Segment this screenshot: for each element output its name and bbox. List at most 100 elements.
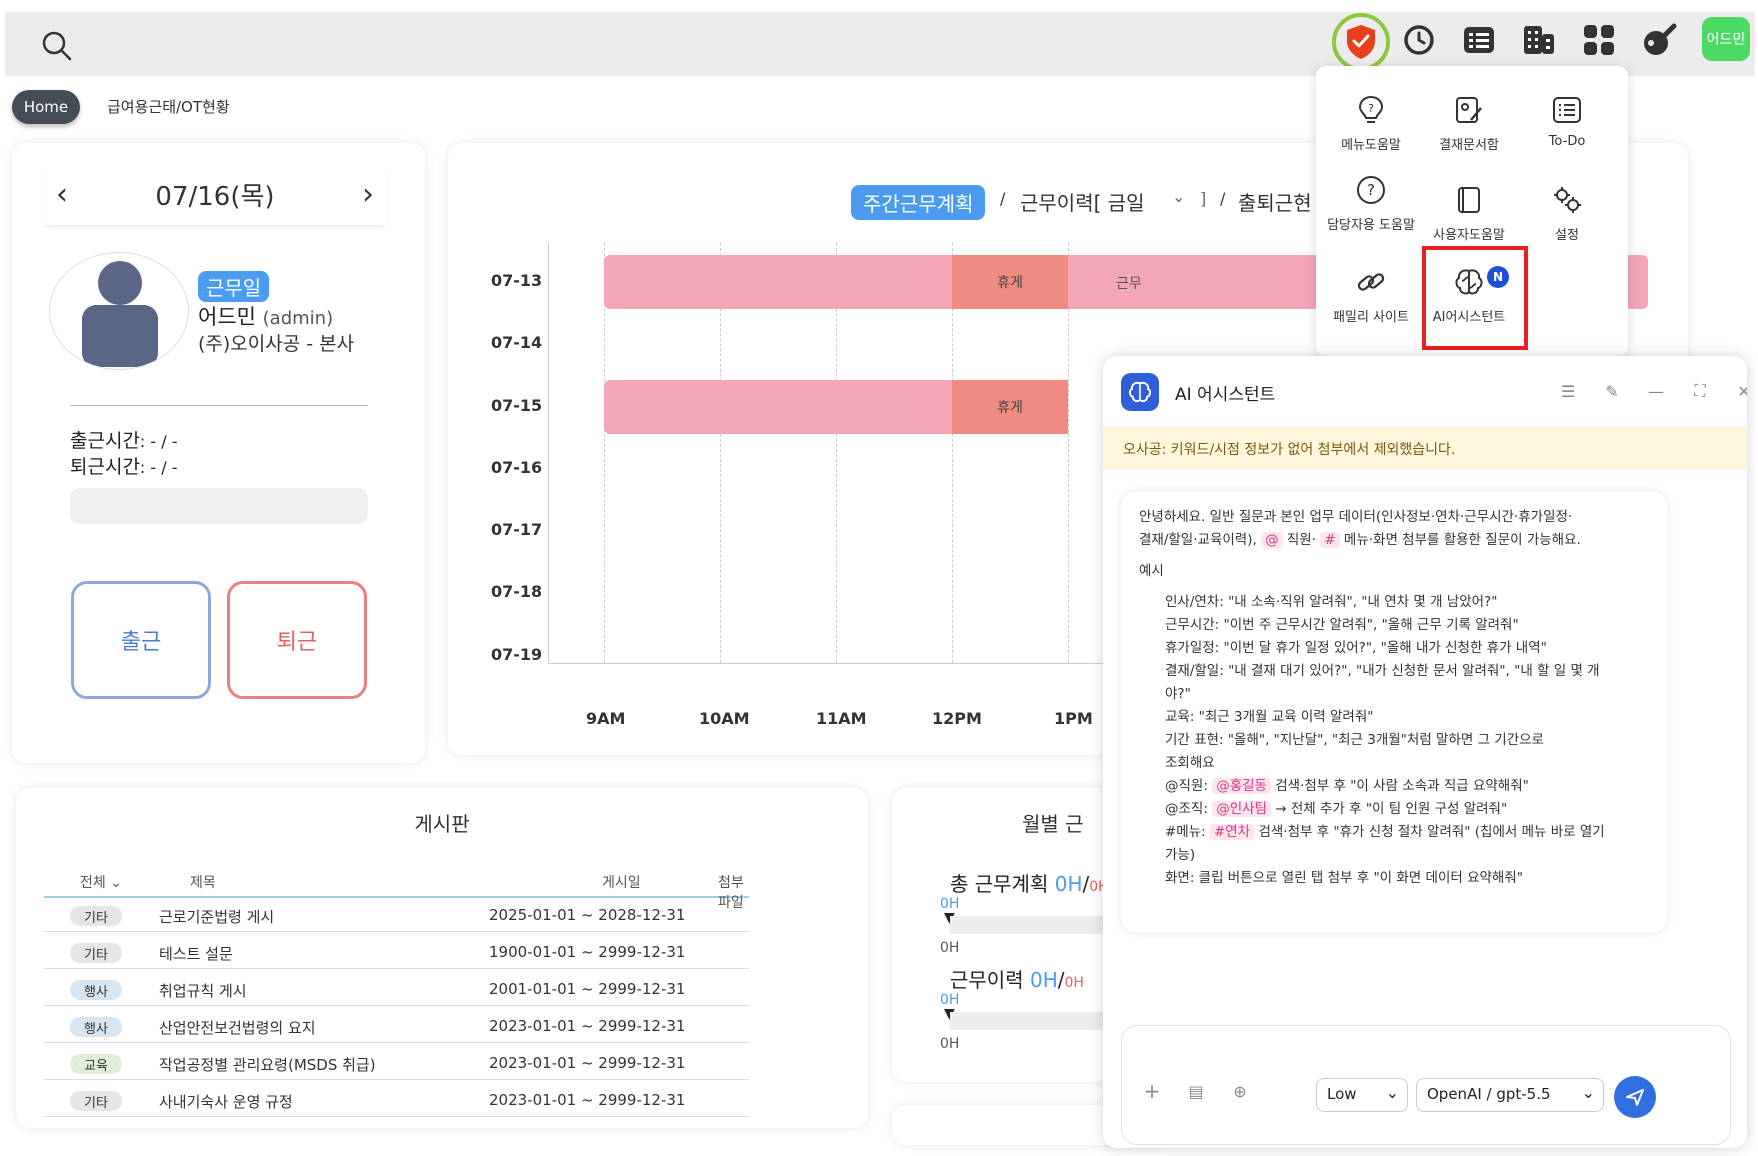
post-date: 2023-01-01 ~ 2999-12-31 xyxy=(489,1017,686,1035)
chevron-down-icon[interactable]: ⌄ xyxy=(1172,187,1185,206)
chevron-left-icon[interactable]: ‹ xyxy=(56,177,68,212)
post-title[interactable]: 작업공정별 관리요령(MSDS 취급) xyxy=(159,1054,376,1075)
example-line: @조직: @인사팀 → 전체 추가 후 "이 팀 인원 구성 알려줘" xyxy=(1165,801,1508,817)
palette-icon[interactable] xyxy=(1639,20,1679,60)
post-title[interactable]: 근로기준법령 게시 xyxy=(159,906,274,927)
example-line: 휴가일정: "이번 달 휴가 일정 있어?", "올해 내가 신청한 휴가 내역… xyxy=(1165,640,1547,656)
post-title[interactable]: 테스트 설문 xyxy=(159,943,233,964)
example-line: #메뉴: #연차 검색·첨부 후 "휴가 신청 절차 알려줘" (칩에서 메뉴 … xyxy=(1165,824,1605,840)
search-icon[interactable] xyxy=(39,28,75,64)
category-tag: 행사 xyxy=(70,980,122,1000)
chat-input-box[interactable]: + ▤ ⊕ Low ⌄ OpenAI / gpt-5.5 ⌄ xyxy=(1121,1025,1731,1145)
link-icon xyxy=(1351,262,1391,302)
category-tag: 기타 xyxy=(70,943,122,963)
col-title: 제목 xyxy=(190,875,216,891)
tab-weekly-plan[interactable]: 주간근무계획 xyxy=(851,185,986,220)
user-avatar-button[interactable]: 어드민 xyxy=(1702,17,1750,61)
clock-in-time: 출근시간: - / - xyxy=(70,430,178,452)
example-line: 야?" xyxy=(1165,686,1191,702)
minimize-icon[interactable]: — xyxy=(1643,378,1669,404)
table-row[interactable]: 교육 작업공정별 관리요령(MSDS 취급) 2023-01-01 ~ 2999… xyxy=(44,1047,749,1080)
mention-chip: @홍길동 xyxy=(1212,778,1271,794)
clock-icon[interactable] xyxy=(1399,20,1439,60)
gantt-row-label: 07-13 xyxy=(491,271,543,290)
ai-panel-title: AI 어시스턴트 xyxy=(1175,385,1276,405)
category-tag: 기타 xyxy=(70,906,122,926)
table-row[interactable]: 기타 테스트 설문 1900-01-01 ~ 2999-12-31 xyxy=(44,936,749,969)
send-button[interactable] xyxy=(1614,1076,1656,1118)
chevron-right-icon[interactable]: › xyxy=(362,177,374,212)
todo-list-icon xyxy=(1547,90,1587,130)
divider xyxy=(70,405,368,406)
gantt-row-label: 07-14 xyxy=(491,333,543,352)
building-icon[interactable] xyxy=(1519,20,1559,60)
gears-icon xyxy=(1547,180,1587,220)
attachment-warning: 오사공: 키워드/시점 정보가 없어 첨부에서 제외했습니다. xyxy=(1103,426,1747,470)
example-line: 결재/할일: "내 결재 대기 있어?", "내가 신청한 문서 알려줘", "… xyxy=(1165,663,1600,679)
chevron-down-icon: ⌄ xyxy=(1385,1083,1399,1102)
attendance-card: ‹ 07/16(목) › 근무일 어드민 (admin) (주)오이사공 - 본… xyxy=(12,143,425,763)
post-title[interactable]: 취업규칙 게시 xyxy=(159,980,247,1001)
post-date: 2025-01-01 ~ 2028-12-31 xyxy=(489,906,686,924)
example-line: 기간 표현: "올해", "지난달", "최근 3개월"처럼 말하면 그 기간으… xyxy=(1165,732,1544,748)
post-title[interactable]: 산업안전보건법령의 요지 xyxy=(159,1017,316,1038)
menu-item-menu-help[interactable]: ? 메뉴도움말 xyxy=(1322,90,1420,153)
post-title[interactable]: 사내기숙사 운영 규정 xyxy=(159,1091,293,1112)
lightbulb-question-icon: ? xyxy=(1351,90,1391,130)
ai-brain-icon xyxy=(1121,373,1159,411)
history-list-icon[interactable]: ☰ xyxy=(1555,378,1581,404)
menu-item-manager-help[interactable]: ? 담당자용 도움말 xyxy=(1322,170,1420,233)
list-icon[interactable] xyxy=(1459,20,1499,60)
example-line: 근무시간: "이번 주 근무시간 알려줘", "올해 근무 기록 알려줘" xyxy=(1165,617,1519,633)
assistant-message: 안녕하세요. 일반 질문과 본인 업무 데이터(인사정보·연차·근무시간·휴가일… xyxy=(1121,492,1667,932)
tab-separator: / xyxy=(1220,189,1226,208)
tab-work-history[interactable]: 근무이력[ 금일 xyxy=(1020,187,1145,216)
gantt-row-label: 07-19 xyxy=(491,645,543,664)
home-button[interactable]: Home xyxy=(12,90,80,124)
table-row[interactable]: 행사 산업안전보건법령의 요지 2023-01-01 ~ 2999-12-31 xyxy=(44,1010,749,1043)
category-tag: 기타 xyxy=(70,1091,122,1111)
avatar xyxy=(49,252,189,370)
menu-item-todo[interactable]: To-Do xyxy=(1518,90,1616,149)
clock-in-button[interactable]: 출근 xyxy=(71,581,211,699)
gantt-axis-tick: 9AM xyxy=(586,709,626,728)
effort-select[interactable]: Low ⌄ xyxy=(1316,1078,1408,1112)
new-chat-icon[interactable]: ✎ xyxy=(1599,378,1625,404)
menu-item-family-site[interactable]: 패밀리 사이트 xyxy=(1322,262,1420,325)
status-bar xyxy=(70,488,368,524)
menu-item-approval-docs[interactable]: 결재문서함 xyxy=(1420,90,1518,153)
security-shield-button[interactable] xyxy=(1332,13,1390,71)
close-icon[interactable]: ✕ xyxy=(1731,378,1747,404)
menu-item-settings[interactable]: 설정 xyxy=(1518,180,1616,243)
chevron-down-icon: ⌄ xyxy=(110,875,122,891)
send-icon xyxy=(1626,1089,1644,1106)
tab-commute-status[interactable]: 출퇴근현 xyxy=(1238,187,1312,216)
table-row[interactable]: 기타 근로기준법령 게시 2025-01-01 ~ 2028-12-31 xyxy=(44,899,749,932)
globe-icon[interactable]: ⊕ xyxy=(1228,1079,1252,1103)
apps-grid-icon[interactable] xyxy=(1579,20,1619,60)
svg-text:?: ? xyxy=(1367,181,1375,199)
board-header: 전체 ⌄ 제목 게시일 첨부파일 xyxy=(44,866,749,911)
gantt-axis-tick: 11AM xyxy=(816,709,867,728)
examples-label: 예시 xyxy=(1139,563,1164,579)
user-company: (주)오이사공 - 본사 xyxy=(198,333,355,355)
plus-icon[interactable]: + xyxy=(1140,1079,1164,1103)
menu-item-user-help[interactable]: 사용자도움말 xyxy=(1420,180,1518,243)
calendar-icon[interactable]: ▤ xyxy=(1184,1079,1208,1103)
clock-out-button[interactable]: 퇴근 xyxy=(227,581,367,699)
gantt-axis-tick: 12PM xyxy=(932,709,982,728)
user-name: 어드민 (admin) xyxy=(198,305,334,329)
model-select[interactable]: OpenAI / gpt-5.5 ⌄ xyxy=(1416,1078,1604,1112)
example-line: 가능) xyxy=(1165,847,1196,863)
board-card: 게시판 전체 ⌄ 제목 게시일 첨부파일 기타 근로기준법령 게시 2025-0… xyxy=(16,788,868,1128)
table-row[interactable]: 행사 취업규칙 게시 2001-01-01 ~ 2999-12-31 xyxy=(44,973,749,1006)
expand-icon[interactable]: ⛶ xyxy=(1687,378,1713,404)
board-filter[interactable]: 전체 ⌄ xyxy=(80,872,122,892)
breadcrumb-current: 급여용근태/OT현황 xyxy=(107,98,230,116)
table-row[interactable]: 기타 사내기숙사 운영 규정 2023-01-01 ~ 2999-12-31 xyxy=(44,1084,749,1117)
gantt-bar-break[interactable]: 휴게 xyxy=(952,255,1068,309)
post-date: 1900-01-01 ~ 2999-12-31 xyxy=(489,943,686,961)
gantt-bar-break[interactable]: 휴게 xyxy=(952,380,1068,434)
history-axis-label: 0H xyxy=(940,1036,960,1052)
monthly-title: 월별 근 xyxy=(1022,812,1084,836)
